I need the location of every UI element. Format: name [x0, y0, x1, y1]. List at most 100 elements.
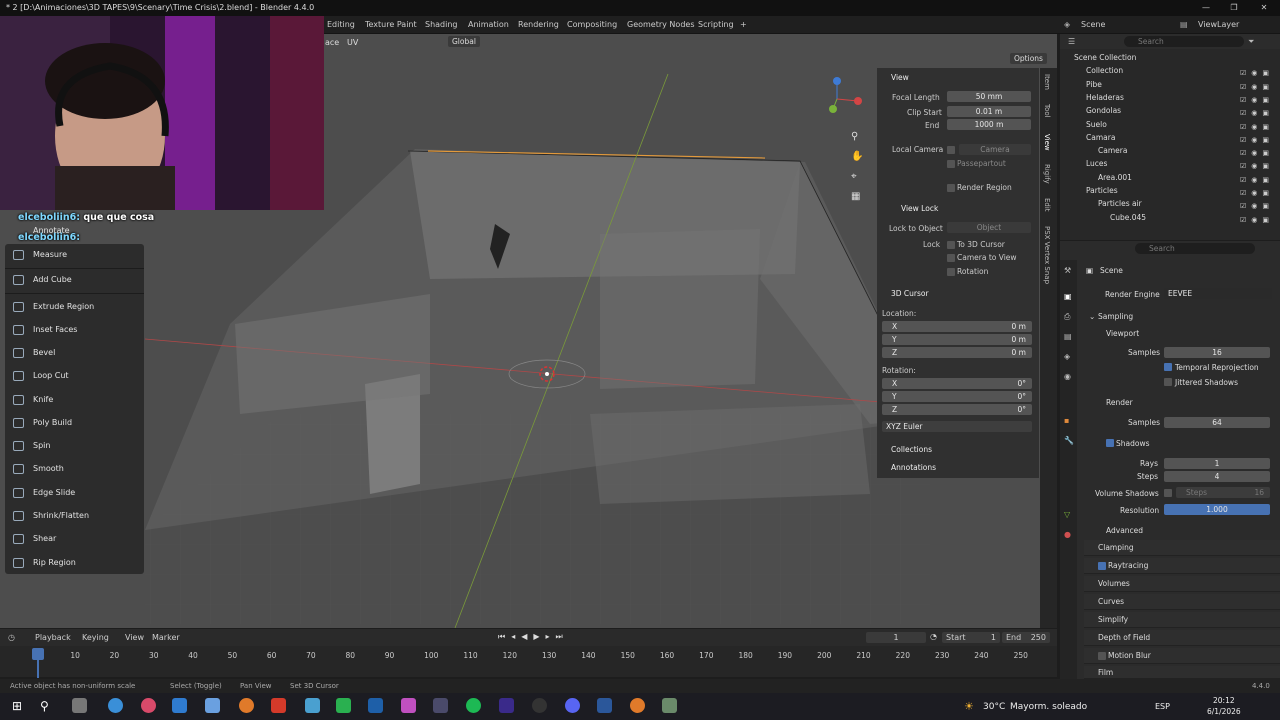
rot-z-field[interactable]: Z 0°: [882, 404, 1032, 415]
tab-rigify[interactable]: Rigify: [1043, 164, 1051, 184]
steps-field[interactable]: 4: [1164, 471, 1270, 482]
start-frame-field[interactable]: Start 1: [942, 632, 1000, 643]
tab-geometry-nodes[interactable]: Geometry Nodes: [627, 19, 694, 31]
tab-animation[interactable]: Animation: [468, 19, 509, 31]
clip-end-field[interactable]: 1000 m: [947, 119, 1031, 130]
to-3d-cursor-checkbox[interactable]: [947, 241, 955, 249]
focal-length-field[interactable]: 50 mm: [947, 91, 1031, 102]
resolution-field[interactable]: 1.000: [1164, 504, 1270, 515]
tool-edge-slide[interactable]: Edge Slide: [5, 482, 144, 504]
tool-shear[interactable]: Shear: [5, 528, 144, 550]
orientation-dropdown[interactable]: Global: [448, 36, 480, 47]
outliner-row[interactable]: Area.001 ☑◉▣: [1060, 171, 1280, 184]
clip-start-field[interactable]: 0.01 m: [947, 106, 1031, 117]
passepartout-checkbox[interactable]: [947, 160, 955, 168]
world-props-icon[interactable]: ◉: [1064, 372, 1071, 381]
object-props-icon[interactable]: ▪: [1064, 416, 1069, 425]
view-layer-icon[interactable]: ▤: [1064, 332, 1072, 341]
loc-z-field[interactable]: Z 0 m: [882, 347, 1032, 358]
tool-add-cube[interactable]: Add Cube: [5, 269, 144, 291]
volume-shadows-checkbox[interactable]: [1164, 489, 1172, 497]
tab-rendering[interactable]: Rendering: [518, 19, 559, 31]
outliner-row[interactable]: Suelo ☑◉▣: [1060, 118, 1280, 131]
curves-panel[interactable]: Curves: [1084, 594, 1280, 610]
tab-psx-vertex-snap[interactable]: PSX Vertex Snap: [1043, 226, 1051, 284]
scene-selector[interactable]: Scene: [1081, 19, 1105, 31]
view-section-header[interactable]: View: [891, 73, 909, 82]
app-icon[interactable]: [401, 698, 416, 713]
outliner-row[interactable]: Heladeras ☑◉▣: [1060, 91, 1280, 104]
render-samples-field[interactable]: 64: [1164, 417, 1270, 428]
outliner-type-icon[interactable]: ☰: [1068, 37, 1075, 46]
tool-extrude-region[interactable]: Extrude Region: [5, 296, 144, 318]
minimize-icon[interactable]: —: [1192, 0, 1220, 16]
discord-icon[interactable]: [565, 698, 580, 713]
app-icon[interactable]: [305, 698, 320, 713]
outliner-row[interactable]: Collection ☑◉▣: [1060, 64, 1280, 77]
volumes-panel[interactable]: Volumes: [1084, 576, 1280, 592]
keying-menu[interactable]: Keying: [82, 633, 109, 642]
render-region-checkbox[interactable]: [947, 184, 955, 192]
tool-knife[interactable]: Knife: [5, 389, 144, 411]
pan-icon[interactable]: ✋: [851, 151, 863, 162]
advanced-header[interactable]: Advanced: [1106, 526, 1143, 535]
raytracing-panel[interactable]: Raytracing: [1084, 558, 1280, 574]
tool-smooth[interactable]: Smooth: [5, 458, 144, 480]
outliner-row[interactable]: Luces ☑◉▣: [1060, 157, 1280, 170]
viewport-header[interactable]: Viewport: [1106, 329, 1139, 338]
outliner-row[interactable]: Scene Collection: [1060, 51, 1280, 64]
vscode-icon[interactable]: [368, 698, 383, 713]
modifier-props-icon[interactable]: 🔧: [1064, 436, 1074, 445]
tool-props-icon[interactable]: ⚒: [1064, 266, 1071, 275]
outliner-row[interactable]: Camara ☑◉▣: [1060, 131, 1280, 144]
blender-icon[interactable]: [239, 698, 254, 713]
rot-y-field[interactable]: Y 0°: [882, 391, 1032, 402]
windows-start-icon[interactable]: ⊞: [12, 699, 22, 713]
tool-rip-region[interactable]: Rip Region: [5, 552, 144, 574]
after-effects-icon[interactable]: [499, 698, 514, 713]
app-icon[interactable]: [433, 698, 448, 713]
marker-menu[interactable]: Marker: [152, 633, 180, 642]
shadows-checkbox[interactable]: [1106, 439, 1114, 447]
properties-search[interactable]: Search: [1135, 243, 1255, 254]
playhead[interactable]: [32, 648, 44, 660]
clamping-panel[interactable]: Clamping: [1084, 540, 1280, 556]
annotations-header[interactable]: Annotations: [891, 463, 936, 472]
timeline-editor-icon[interactable]: ◷: [8, 633, 15, 642]
current-frame-field[interactable]: 1: [866, 632, 926, 643]
outliner-row[interactable]: Particles ☑◉▣: [1060, 184, 1280, 197]
viewport-uv-menu[interactable]: UV: [347, 38, 358, 47]
stopwatch-icon[interactable]: ◔: [930, 632, 937, 641]
collections-header[interactable]: Collections: [891, 445, 932, 454]
tab-scripting[interactable]: Scripting: [698, 19, 734, 31]
jittered-shadows-checkbox[interactable]: [1164, 378, 1172, 386]
zoom-icon[interactable]: ⚲: [851, 131, 858, 142]
tab-item[interactable]: Item: [1043, 74, 1051, 90]
search-icon[interactable]: ⚲: [40, 699, 49, 713]
tab-view[interactable]: View: [1043, 134, 1051, 151]
motion-blur-checkbox[interactable]: [1098, 652, 1106, 660]
maximize-icon[interactable]: ❐: [1220, 0, 1248, 16]
clock-date[interactable]: 6/1/2026: [1207, 707, 1241, 716]
task-view-icon[interactable]: [72, 698, 87, 713]
viewport-samples-field[interactable]: 16: [1164, 347, 1270, 358]
outliner-row[interactable]: Cube.045 ☑◉▣: [1060, 211, 1280, 224]
obs-icon[interactable]: [532, 698, 547, 713]
blender-icon[interactable]: [630, 698, 645, 713]
motion-blur-panel[interactable]: Motion Blur: [1084, 648, 1280, 664]
outliner-row[interactable]: Camera ☑◉▣: [1060, 144, 1280, 157]
local-camera-checkbox[interactable]: [947, 146, 955, 154]
chrome-icon[interactable]: [108, 698, 123, 713]
tab-compositing[interactable]: Compositing: [567, 19, 617, 31]
camera-to-view-checkbox[interactable]: [947, 254, 955, 262]
outliner-search[interactable]: Search: [1124, 36, 1244, 47]
grid-view-icon[interactable]: ▦: [851, 191, 860, 202]
viewlayer-selector[interactable]: ViewLayer: [1198, 19, 1239, 31]
shadows-header[interactable]: Shadows: [1116, 439, 1150, 448]
language-indicator[interactable]: ESP: [1155, 702, 1170, 711]
simplify-panel[interactable]: Simplify: [1084, 612, 1280, 628]
clock-time[interactable]: 20:12: [1213, 696, 1235, 705]
camera-field[interactable]: Camera: [959, 144, 1031, 155]
opera-icon[interactable]: [141, 698, 156, 713]
sampling-header[interactable]: Sampling: [1098, 312, 1133, 321]
